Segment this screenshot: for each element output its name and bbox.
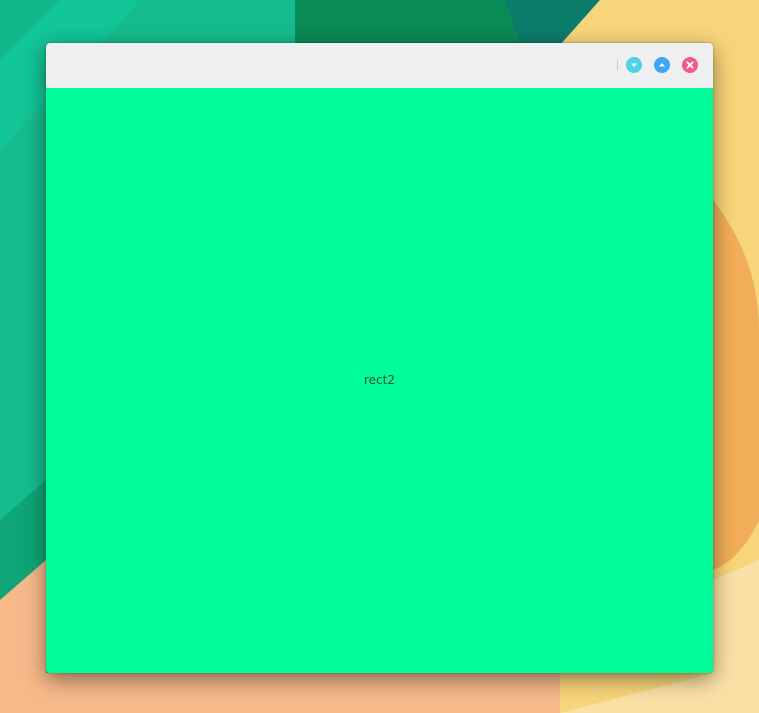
- desktop: rect2: [0, 0, 759, 713]
- maximize-button[interactable]: [654, 57, 670, 73]
- titlebar-separator: [617, 60, 618, 70]
- close-icon: [682, 57, 698, 73]
- rect-label: rect2: [364, 373, 395, 387]
- minimize-icon: [626, 57, 642, 73]
- maximize-icon: [654, 57, 670, 73]
- close-button[interactable]: [682, 57, 698, 73]
- rect-area: rect2: [46, 88, 713, 673]
- minimize-button[interactable]: [626, 57, 642, 73]
- window-titlebar[interactable]: [46, 43, 713, 89]
- app-window: rect2: [46, 43, 713, 673]
